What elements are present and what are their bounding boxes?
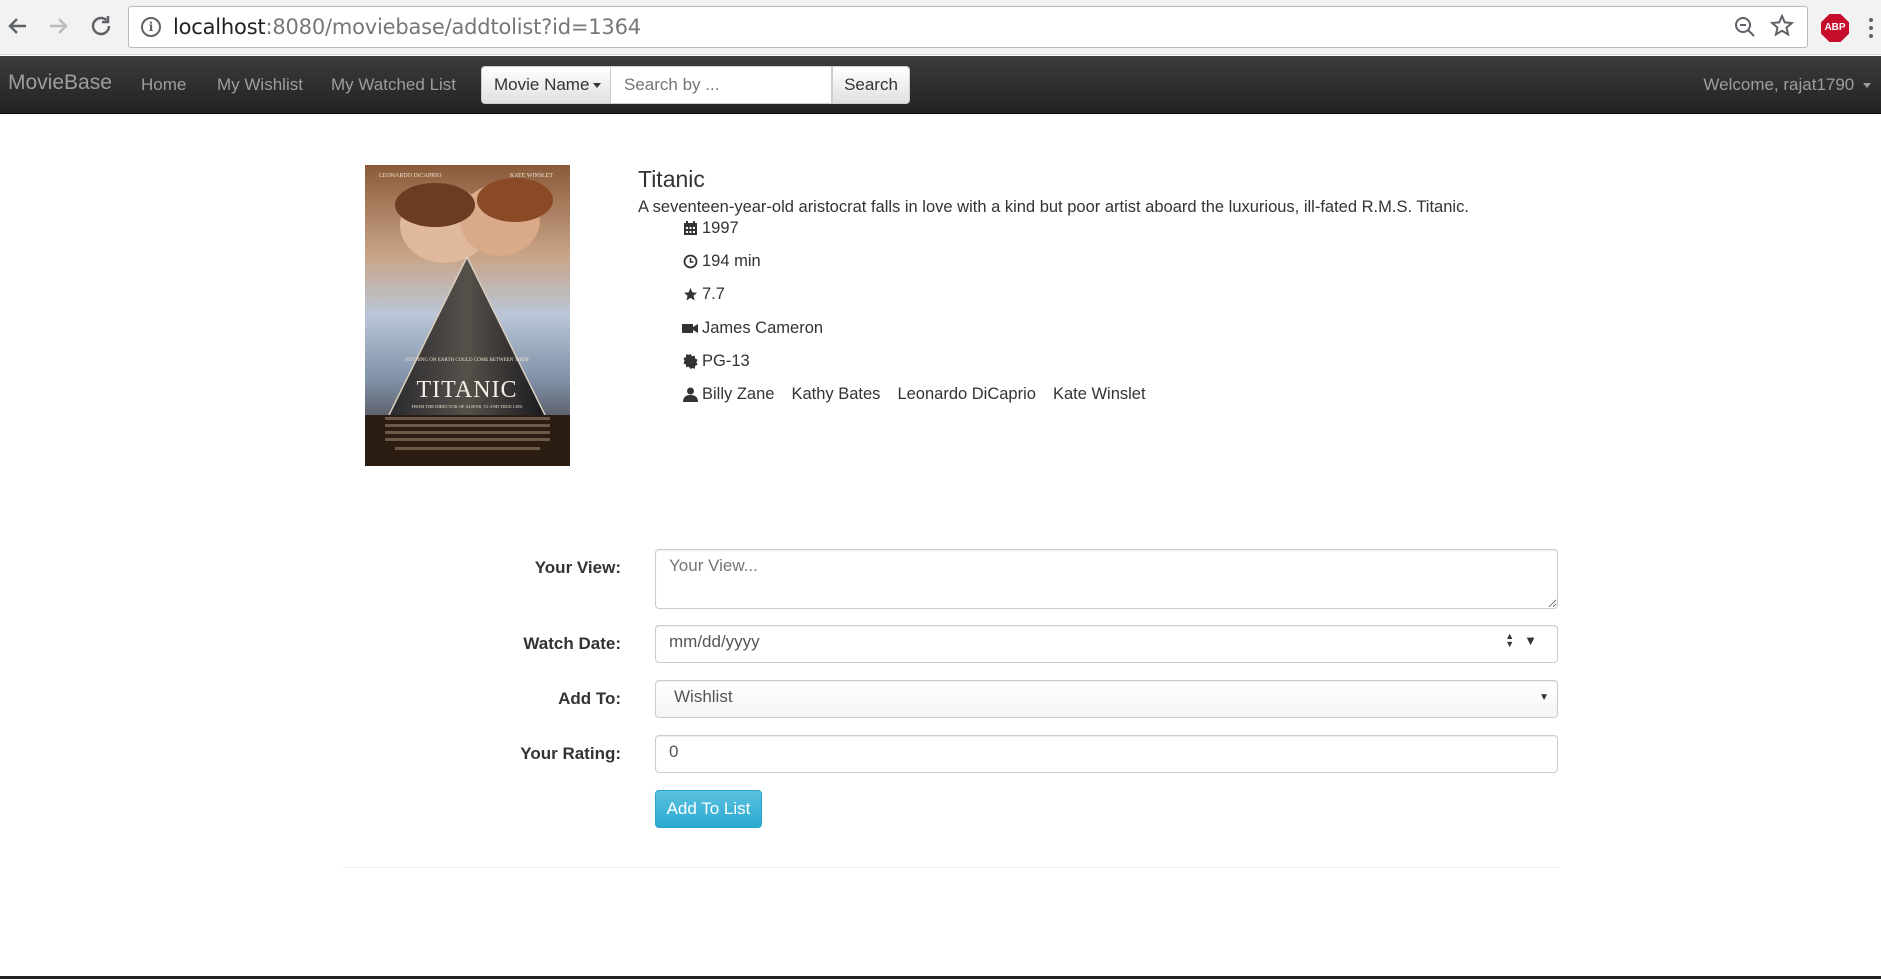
bookmark-star-icon[interactable] — [1769, 11, 1795, 50]
movie-poster: LEONARDO DiCAPRIO KATE WINSLET NOTHING O… — [365, 165, 570, 466]
nav-my-watched-list[interactable]: My Watched List — [331, 75, 456, 95]
calendar-icon — [682, 221, 698, 237]
search-button[interactable]: Search — [832, 66, 910, 104]
star-icon — [682, 287, 698, 303]
add-to-value: Wishlist — [674, 687, 733, 706]
video-camera-icon — [682, 321, 698, 337]
address-bar[interactable]: i localhost:8080/moviebase/addtolist?id=… — [128, 6, 1808, 48]
cast-member: Leonardo DiCaprio — [897, 385, 1036, 403]
nav-my-wishlist[interactable]: My Wishlist — [217, 75, 303, 95]
poster-tagline: NOTHING ON EARTH COULD COME BETWEEN THEM — [405, 358, 529, 363]
caret-down-icon — [1863, 83, 1871, 89]
date-dropdown-icon[interactable]: ▼ — [1524, 633, 1537, 648]
search-group: Movie Name Search — [481, 66, 910, 104]
cast-member: Kate Winslet — [1052, 385, 1146, 403]
poster-credit-right: KATE WINSLET — [510, 173, 553, 179]
search-input[interactable] — [611, 66, 832, 104]
add-to-select[interactable]: Wishlist ▼ — [655, 680, 1558, 718]
watch-date-input[interactable]: mm/dd/yyyy ▲ ▼ ▼ — [655, 625, 1558, 663]
movie-title: Titanic — [638, 166, 705, 192]
user-menu[interactable]: Welcome, rajat1790 — [1703, 75, 1871, 95]
rating-value: 7.7 — [702, 285, 725, 303]
rating-input-value: 0 — [669, 742, 679, 761]
user-icon — [682, 387, 698, 403]
watch-date-value: mm/dd/yyyy — [669, 632, 760, 651]
your-view-textarea[interactable] — [655, 549, 1558, 609]
your-rating-label: Your Rating: — [520, 744, 621, 763]
clock-icon — [682, 254, 698, 270]
brand-logo[interactable]: MovieBase — [8, 71, 112, 95]
reload-icon[interactable] — [85, 10, 117, 42]
cast-member: Kathy Bates — [791, 385, 881, 403]
certificate-value: PG-13 — [702, 352, 750, 370]
add-to-list-button[interactable]: Add To List — [655, 790, 762, 828]
runtime-value: 194 min — [702, 252, 761, 270]
movie-rating: 7.7 — [682, 285, 725, 304]
zoom-icon[interactable] — [1733, 15, 1757, 45]
welcome-text: Welcome, rajat1790 — [1703, 75, 1855, 94]
watch-date-label: Watch Date: — [523, 634, 621, 653]
adblock-icon[interactable]: ABP — [1821, 14, 1849, 42]
main-navbar: MovieBase Home My Wishlist My Watched Li… — [0, 56, 1881, 114]
movie-certificate: PG-13 — [682, 352, 750, 371]
date-spinner-icon[interactable]: ▲ ▼ — [1505, 632, 1514, 649]
movie-description: A seventeen-year-old aristocrat falls in… — [638, 198, 1469, 216]
address-url[interactable]: localhost:8080/moviebase/addtolist?id=13… — [173, 15, 641, 39]
search-type-label: Movie Name — [494, 75, 590, 94]
certificate-icon — [682, 354, 698, 370]
add-to-label: Add To: — [558, 689, 621, 708]
divider — [343, 867, 1558, 868]
forward-arrow-icon[interactable] — [42, 10, 74, 42]
cast-member: Billy Zane — [702, 385, 775, 403]
date-controls: ▲ ▼ ▼ — [1505, 632, 1537, 649]
your-view-label: Your View: — [534, 558, 621, 577]
search-type-dropdown[interactable]: Movie Name — [481, 66, 611, 104]
back-arrow-icon[interactable] — [2, 10, 34, 42]
movie-cast: Billy Zane Kathy Bates Leonardo DiCaprio… — [682, 385, 1163, 404]
year-value: 1997 — [702, 219, 739, 237]
movie-year: 1997 — [682, 219, 739, 238]
select-arrow-icon: ▼ — [1539, 692, 1549, 703]
caret-down-icon — [593, 83, 602, 89]
poster-credit-left: LEONARDO DiCAPRIO — [379, 173, 442, 179]
info-icon[interactable]: i — [141, 17, 161, 37]
poster-title: TITANIC — [416, 377, 517, 403]
movie-director: James Cameron — [682, 319, 823, 338]
browser-menu-icon[interactable] — [1868, 14, 1874, 42]
browser-toolbar: i localhost:8080/moviebase/addtolist?id=… — [0, 0, 1881, 55]
your-rating-input[interactable]: 0 — [655, 735, 1558, 773]
nav-home[interactable]: Home — [141, 75, 186, 95]
director-value: James Cameron — [702, 319, 824, 337]
movie-runtime: 194 min — [682, 252, 761, 271]
